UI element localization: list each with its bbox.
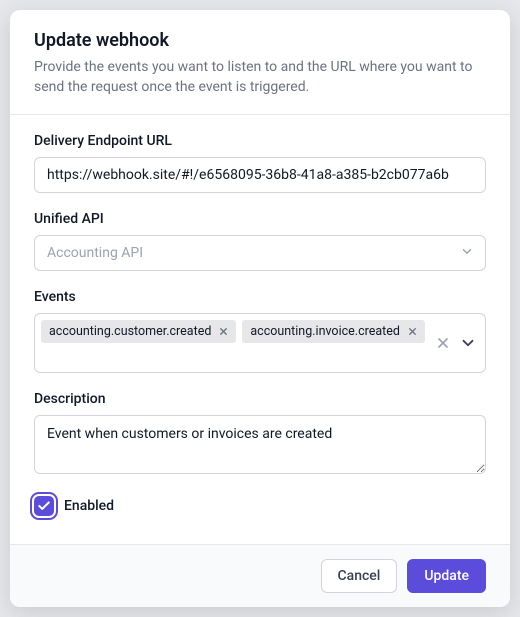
events-multiselect[interactable]: accounting.customer.created accounting.i… (34, 313, 486, 373)
cancel-button[interactable]: Cancel (321, 559, 398, 593)
modal-title: Update webhook (34, 30, 486, 51)
modal-subtitle: Provide the events you want to listen to… (34, 57, 486, 98)
enabled-label: Enabled (64, 498, 114, 514)
update-webhook-modal: Update webhook Provide the events you wa… (10, 10, 510, 607)
modal-footer: Cancel Update (10, 544, 510, 607)
unified-api-label: Unified API (34, 211, 486, 227)
description-textarea[interactable]: Event when customers or invoices are cre… (34, 415, 486, 474)
delivery-url-input[interactable] (34, 157, 486, 193)
enabled-row: Enabled (34, 496, 486, 516)
event-tag: accounting.customer.created (41, 320, 236, 343)
event-tag-label: accounting.invoice.created (250, 324, 400, 339)
events-label: Events (34, 289, 486, 305)
check-icon (37, 499, 51, 513)
unified-api-field: Unified API Accounting API (34, 211, 486, 271)
remove-tag-icon[interactable] (406, 325, 419, 338)
unified-api-select[interactable]: Accounting API (34, 235, 486, 271)
delivery-url-field: Delivery Endpoint URL (34, 133, 486, 193)
description-field: Description Event when customers or invo… (34, 391, 486, 478)
modal-header: Update webhook Provide the events you wa… (10, 10, 510, 115)
clear-all-icon[interactable] (435, 335, 451, 351)
event-tag: accounting.invoice.created (242, 320, 425, 343)
remove-tag-icon[interactable] (217, 325, 230, 338)
enabled-checkbox[interactable] (34, 496, 54, 516)
description-label: Description (34, 391, 486, 407)
multiselect-controls (435, 334, 477, 352)
modal-body: Delivery Endpoint URL Unified API Accoun… (10, 115, 510, 544)
events-field: Events accounting.customer.created accou… (34, 289, 486, 373)
event-tag-label: accounting.customer.created (49, 324, 211, 339)
chevron-down-icon[interactable] (459, 334, 477, 352)
delivery-url-label: Delivery Endpoint URL (34, 133, 486, 149)
update-button[interactable]: Update (407, 559, 486, 593)
